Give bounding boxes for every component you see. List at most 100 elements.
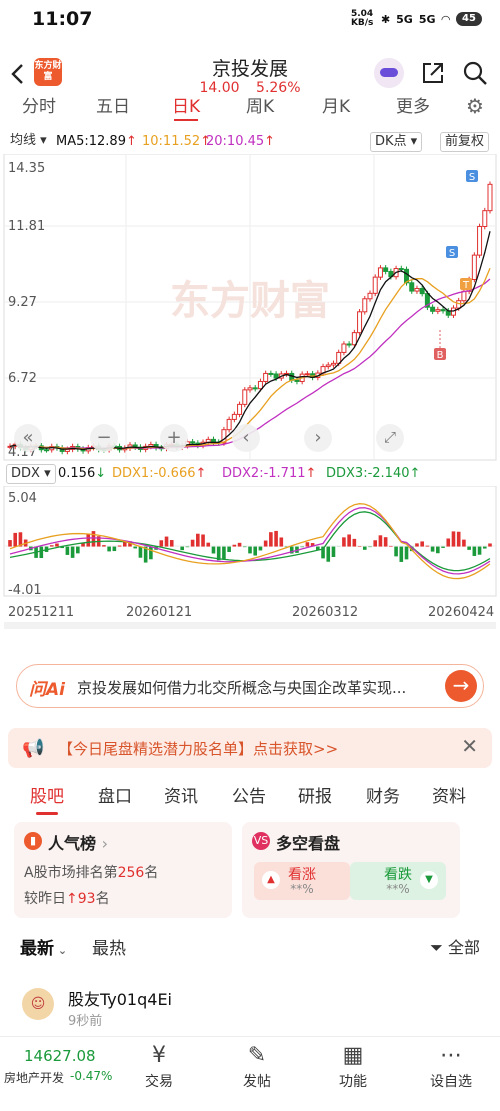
tab-intraday[interactable]: 分时 [22, 96, 56, 117]
fullscreen-icon[interactable]: ⤢ [376, 424, 404, 452]
bull-button[interactable]: ▲ 看涨 **% [254, 862, 350, 900]
ddx-bar [258, 546, 263, 551]
tab-weekly-k[interactable]: 周K [246, 96, 274, 117]
tab-five-day[interactable]: 五日 [96, 96, 130, 117]
ask-ai-bar[interactable]: 问Ai 京投发展如何借力北交所概念与央国企改革实现... → [16, 664, 484, 708]
tab-finance[interactable]: 财务 [366, 782, 400, 807]
candle-body [330, 362, 336, 366]
zoom-out-icon[interactable]: − [90, 424, 118, 452]
sector-name[interactable]: 房地产开发 [4, 1069, 64, 1086]
ddx-bar [102, 545, 106, 547]
candle-body [487, 183, 493, 212]
ddx-bar [300, 546, 304, 548]
network-speed: 5.04 KB/s [350, 9, 374, 28]
zoom-in-icon[interactable]: + [160, 424, 188, 452]
promo-banner[interactable]: 📢 【今日尾盘精选潜力股名单】点击获取>> ✕ [8, 728, 492, 768]
ddx-bar [248, 546, 252, 554]
ddx-bar [441, 546, 445, 548]
ddx-bar [404, 546, 409, 560]
ddx-y-top: 5.04 [8, 491, 37, 506]
vs-icon: VS [252, 832, 270, 850]
sort-latest[interactable]: 最新 ⌄ [20, 934, 67, 959]
sentiment-card: VS 多空看盘 ▲ 看涨 **% 看跌 **% ▼ [242, 822, 460, 918]
wifi-icon: ◠ [441, 12, 450, 26]
date-label-4: 20260424 [428, 605, 494, 620]
indicator-select[interactable]: DDX ▾ [6, 464, 56, 484]
tab-monthly-k[interactable]: 月K [322, 96, 350, 117]
tab-news[interactable]: 资讯 [164, 782, 198, 807]
signal-2: 5G [418, 12, 436, 26]
candle-body [456, 300, 462, 309]
ma-mode-select[interactable]: 均线 ▾ [6, 132, 51, 150]
date-label-2: 20260121 [126, 605, 192, 620]
candle-body [482, 210, 488, 227]
share-icon[interactable] [420, 60, 446, 86]
filter-button[interactable]: ⏷ 全部 [430, 934, 480, 958]
settings-icon[interactable]: ⚙ [466, 96, 484, 118]
functions-button[interactable]: ▦ 功能 [318, 1041, 388, 1091]
ddx-bar [436, 546, 440, 554]
candle-body [247, 387, 253, 391]
post-username[interactable]: 股友Ty01q4Ei [68, 986, 172, 1010]
candle-body [419, 287, 425, 295]
scroll-left-icon[interactable]: ‹ [232, 424, 260, 452]
search-icon[interactable] [462, 60, 490, 88]
kline-chart[interactable]: 东方财富 14.35 11.81 9.27 6.72 4.17 S S T B [0, 154, 500, 462]
date-label-3: 20260312 [292, 605, 358, 620]
post-item[interactable]: ☺ 股友Ty01q4Ei 9秒前 [0, 980, 500, 1030]
chart-scrollbar[interactable] [4, 622, 496, 629]
adjust-select[interactable]: 前复权 [440, 132, 490, 152]
avatar[interactable]: ☺ [22, 988, 54, 1020]
chart-icon: ▮ [24, 832, 42, 850]
ddx2-value: DDX2:-1.711↑ [222, 466, 317, 481]
dk-point-select[interactable]: DK点 ▾ [370, 132, 423, 152]
down-triangle-icon: ▼ [420, 871, 438, 889]
ddx-bar [222, 546, 226, 560]
status-bar: 11:07 5.04 KB/s ✱ 5G 5G ◠ 45 [0, 0, 500, 42]
ddx-bar [117, 545, 122, 547]
ddx1-value: DDX1:-0.666↑ [112, 466, 207, 481]
ai-question[interactable]: 京投发展如何借力北交所概念与央国企改革实现... [77, 677, 447, 698]
ddx-bar [70, 546, 75, 558]
add-watchlist-button[interactable]: ⋯ 设自选 [416, 1041, 486, 1091]
ddx-chart[interactable]: 5.04 -4.01 20251211 20260121 20260312 20… [0, 486, 500, 630]
y-label-2: 11.81 [8, 219, 45, 234]
ddx-bar [425, 545, 430, 547]
sort-hottest[interactable]: 最热 [92, 934, 126, 959]
ddx-bar [39, 546, 44, 559]
arrow-right-icon[interactable]: → [445, 670, 477, 702]
post-sort-row: 最新 ⌄ 最热 ⏷ 全部 [0, 930, 500, 960]
post-button[interactable]: ✎ 发帖 [222, 1041, 292, 1091]
trade-button[interactable]: ¥ 交易 [124, 1041, 194, 1091]
ddx-bar [201, 534, 205, 547]
tab-profile[interactable]: 资料 [432, 782, 466, 807]
tab-research[interactable]: 研报 [298, 782, 332, 807]
popularity-card[interactable]: ▮ 人气榜 › A股市场排名第256名 较昨日↑93名 [14, 822, 232, 918]
ddx-bar [326, 546, 331, 562]
ddx-bar [472, 546, 477, 556]
tab-pankou[interactable]: 盘口 [98, 782, 132, 807]
sector-index-value[interactable]: 14627.08 [24, 1047, 96, 1065]
candle-body [461, 290, 467, 302]
candle-body [383, 267, 389, 272]
ma-legend: 均线 ▾ MA5:12.89↑ 10:11.52↑ 20:10.45↑ DK点 … [0, 130, 500, 154]
tab-announcements[interactable]: 公告 [232, 782, 266, 807]
ddx-bar [112, 546, 117, 552]
tab-more[interactable]: 更多 [396, 96, 430, 117]
ai-avatar-icon[interactable] [374, 58, 404, 88]
promo-text[interactable]: 【今日尾盘精选潜力股名单】点击获取>> [58, 738, 338, 759]
ma20-value: 20:10.45↑ [206, 134, 276, 149]
candle-body [477, 225, 483, 256]
tab-daily-k[interactable]: 日K [172, 96, 200, 121]
ddx-bar [269, 532, 273, 547]
scroll-right-icon[interactable]: › [304, 424, 332, 452]
signal-1: 5G [396, 12, 413, 26]
sector-change: -0.47% [70, 1069, 113, 1083]
scroll-left-fast-icon[interactable]: « [14, 424, 42, 452]
close-icon[interactable]: ✕ [461, 734, 478, 758]
ddx-bar [227, 546, 231, 553]
bear-button[interactable]: 看跌 **% ▼ [350, 862, 446, 900]
ddx-bar [232, 544, 237, 547]
ddx-bar [420, 541, 424, 547]
tab-guba[interactable]: 股吧 [30, 782, 64, 815]
